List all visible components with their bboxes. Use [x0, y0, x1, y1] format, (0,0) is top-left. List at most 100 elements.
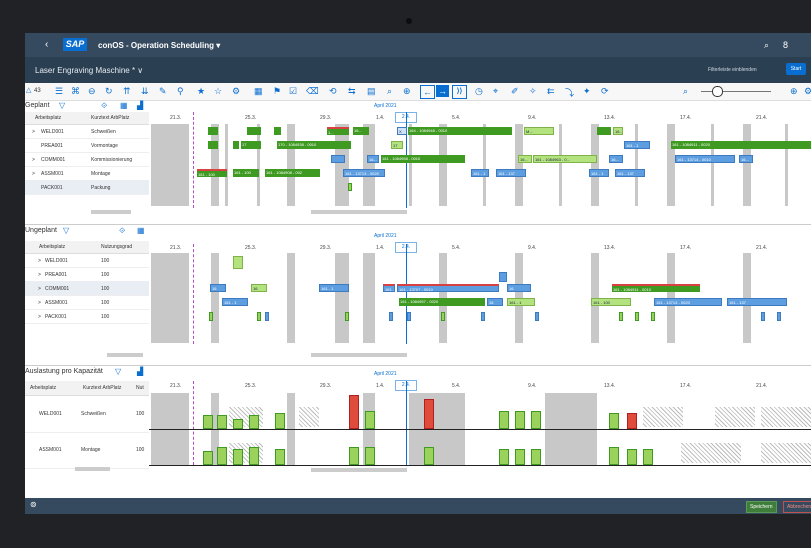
- operation-bar[interactable]: 16...: [613, 127, 623, 135]
- expand-all-icon[interactable]: ⟐: [119, 226, 125, 236]
- operation-bar[interactable]: 16...: [518, 155, 532, 163]
- expand-icon[interactable]: >: [38, 258, 41, 264]
- workcenter-row[interactable]: > PACK001 100: [25, 309, 149, 324]
- operation-bar[interactable]: 161 - 1: [383, 284, 395, 292]
- operation-bar[interactable]: M...: [524, 127, 554, 135]
- operation-bar[interactable]: [233, 141, 239, 149]
- operation-bar[interactable]: 161 - 13713 - 0020: [343, 169, 385, 177]
- operation-bar[interactable]: 161 - 1: [222, 298, 248, 306]
- table-icon[interactable]: ▦: [120, 101, 128, 110]
- undo-icon[interactable]: ⟲: [329, 86, 337, 97]
- clock-icon[interactable]: ◷: [475, 86, 483, 97]
- operation-bar[interactable]: [389, 312, 393, 321]
- operation-bar[interactable]: [407, 312, 411, 321]
- binoculars-icon[interactable]: ⌘: [71, 86, 80, 97]
- app-title[interactable]: conOS - Operation Scheduling ▾: [98, 41, 220, 50]
- column-workcenter[interactable]: Arbeitsplatz: [35, 115, 61, 121]
- operation-bar[interactable]: 17: [391, 141, 403, 149]
- link-icon[interactable]: ⚲: [177, 86, 184, 97]
- expand-all-icon[interactable]: ⟐: [101, 101, 107, 111]
- gantt-scrollbar[interactable]: [311, 468, 407, 472]
- operation-bar[interactable]: [233, 256, 243, 269]
- operation-bar[interactable]: 161 - 100: [591, 298, 631, 306]
- operation-bar-selected[interactable]: X: [397, 127, 407, 135]
- operation-bar[interactable]: 1...: [327, 127, 349, 135]
- operation-bar[interactable]: 16: [251, 284, 267, 292]
- operation-bar[interactable]: 161 - 137: [496, 169, 526, 177]
- workcenter-row[interactable]: > ASSM001 Montage: [25, 166, 149, 181]
- operation-bar[interactable]: 170 - 1084938 - 0010: [277, 141, 351, 149]
- operation-bar[interactable]: [481, 312, 485, 321]
- start-button[interactable]: Start: [786, 63, 806, 75]
- star-outline-icon[interactable]: ☆: [214, 86, 222, 97]
- expand-icon[interactable]: >: [32, 171, 35, 177]
- pin-icon[interactable]: ⌖: [493, 86, 498, 97]
- expand-icon[interactable]: >: [38, 286, 41, 292]
- checkbox-icon[interactable]: ☑: [289, 86, 297, 97]
- flag-icon[interactable]: ⚑: [273, 86, 281, 97]
- workcenter-row[interactable]: > PREA001 100: [25, 267, 149, 282]
- table-scrollbar[interactable]: [107, 353, 143, 357]
- delete-icon[interactable]: ⌫: [306, 86, 319, 97]
- operation-bar[interactable]: [635, 312, 639, 321]
- column-utilization[interactable]: Nutzungsgrad: [101, 244, 132, 250]
- sync-icon[interactable]: ⟳: [601, 86, 609, 97]
- workcenter-row[interactable]: > COMM001 100: [25, 281, 149, 296]
- column-shorttext[interactable]: Kurztext ArbPlatz: [91, 115, 129, 121]
- refresh-icon[interactable]: ↻: [105, 86, 113, 97]
- operation-bar[interactable]: 161 - 100: [197, 169, 227, 177]
- operation-bar[interactable]: [265, 312, 269, 321]
- operation-bar[interactable]: 161 - 1084911 - 0020: [671, 141, 811, 149]
- star-icon[interactable]: ★: [197, 86, 205, 97]
- operation-bar[interactable]: [247, 127, 261, 135]
- workcenter-row[interactable]: PACK001 Packung: [25, 180, 149, 195]
- color-icon[interactable]: ✧: [529, 86, 537, 97]
- filter-bar-toggle[interactable]: Filterleiste einblenden: [708, 67, 757, 73]
- column-workcenter[interactable]: Arbeitsplatz: [39, 244, 65, 250]
- variant-selector[interactable]: Laser Engraving Maschine * ∨: [35, 66, 143, 75]
- expand-icon[interactable]: ⇈: [123, 86, 131, 97]
- operation-bar[interactable]: [535, 312, 539, 321]
- operation-bar[interactable]: 161 - 1084908 - 002: [265, 169, 320, 177]
- calendar-icon[interactable]: ▦: [254, 86, 263, 97]
- operation-bar[interactable]: 161 - 1: [471, 169, 489, 177]
- column-utilization[interactable]: Nut: [136, 385, 144, 391]
- operation-bar[interactable]: 16...: [367, 155, 379, 163]
- operation-bar[interactable]: 161 - 137: [615, 169, 645, 177]
- operation-bar[interactable]: 161 - 1: [507, 298, 535, 306]
- zoom-in-icon[interactable]: ⊕: [403, 86, 411, 97]
- expand-icon[interactable]: >: [38, 300, 41, 306]
- filter-icon[interactable]: ▽: [59, 101, 65, 110]
- operation-bar[interactable]: 16: [507, 284, 531, 292]
- capacity-row[interactable]: ASSM001 Montage 100: [25, 432, 149, 469]
- operation-bar[interactable]: [257, 312, 261, 321]
- operation-bar[interactable]: 16: [210, 284, 226, 292]
- operation-bar[interactable]: 16...: [353, 127, 369, 135]
- expand-icon[interactable]: >: [32, 129, 35, 135]
- cancel-button[interactable]: Abbrechen: [783, 501, 811, 513]
- operation-bar[interactable]: [274, 127, 281, 135]
- user-icon[interactable]: 8: [783, 40, 788, 50]
- minus-circle-icon[interactable]: ⊖: [88, 86, 96, 97]
- reschedule-icon[interactable]: ⇆: [348, 86, 356, 97]
- operation-bar[interactable]: [331, 155, 345, 163]
- search-icon[interactable]: ⌕: [764, 40, 769, 51]
- operation-bar[interactable]: 161 - 13713 - 0020: [654, 298, 722, 306]
- magic-icon[interactable]: ✦: [583, 86, 591, 97]
- operation-bar[interactable]: [441, 312, 445, 321]
- workcenter-row[interactable]: > ASSM001 100: [25, 295, 149, 310]
- collapse-icon[interactable]: ⇊: [141, 86, 149, 97]
- nav-previous-button[interactable]: ←: [420, 85, 435, 99]
- gantt-scrollbar[interactable]: [311, 210, 407, 214]
- workcenter-row[interactable]: > COMM001 Kommissionierung: [25, 152, 149, 167]
- expand-icon[interactable]: >: [38, 314, 41, 320]
- operation-bar[interactable]: 161 - 13707 - 0010: [397, 284, 499, 292]
- column-shorttext[interactable]: Kurztext ArbPlatz: [83, 385, 121, 391]
- settings-gear-icon[interactable]: ⚙: [804, 86, 811, 97]
- split-icon[interactable]: ⤵: [565, 86, 574, 99]
- operation-bar[interactable]: 161 - 137: [727, 298, 787, 306]
- workcenter-row[interactable]: > WELD001 100: [25, 253, 149, 268]
- bell-icon[interactable]: △: [26, 86, 31, 94]
- operation-bar[interactable]: [209, 312, 213, 321]
- operation-bar[interactable]: 164 - 1084948 - 0010: [408, 127, 512, 135]
